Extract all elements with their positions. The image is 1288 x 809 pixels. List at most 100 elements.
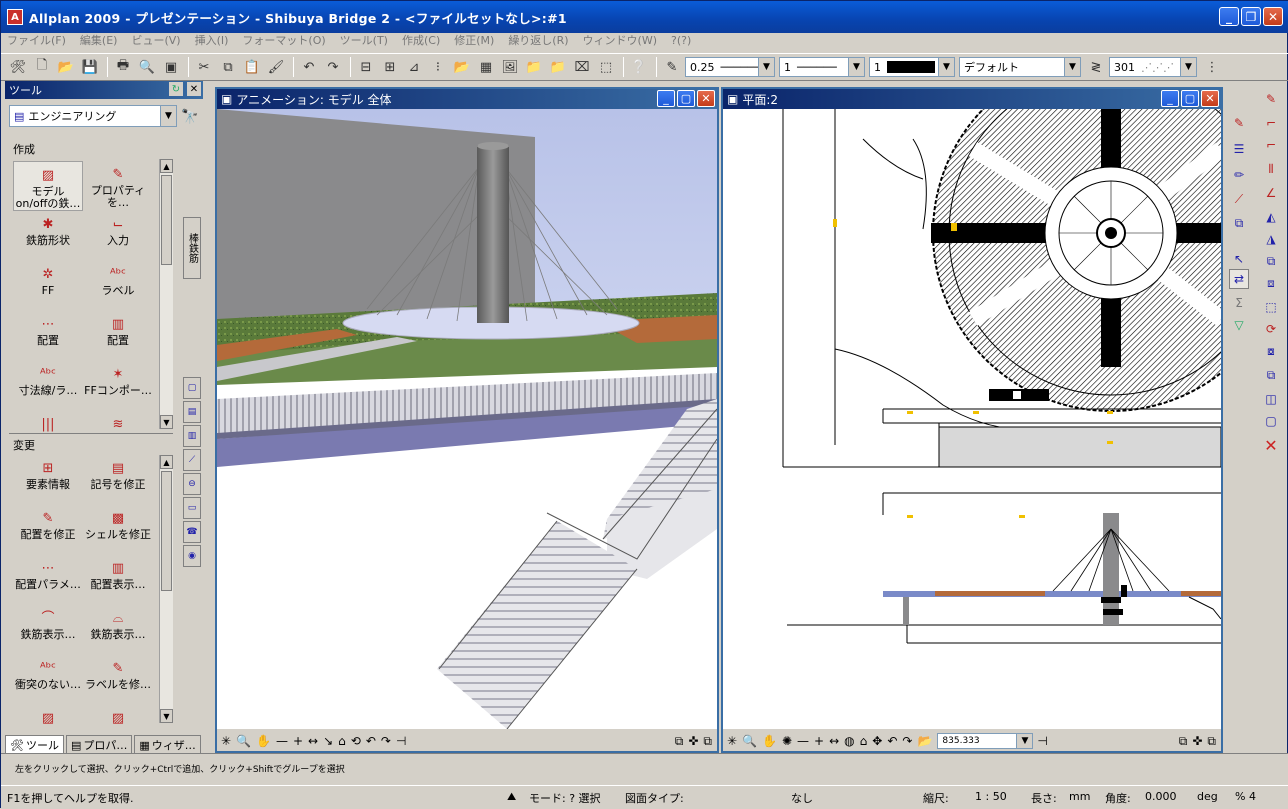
stretch-icon[interactable]: ⧈: [1261, 273, 1281, 293]
pan-hand-icon[interactable]: ✋: [256, 734, 271, 748]
angle-icon[interactable]: ∠: [1261, 183, 1281, 203]
tab-tools[interactable]: 🛠 ツール: [5, 735, 64, 755]
window-layout-icon[interactable]: ⧉: [1179, 734, 1188, 749]
create-scrollbar[interactable]: ▲ ▼: [159, 159, 173, 429]
tool-rebar-display-2[interactable]: ⌓ 鉄筋表示…: [83, 605, 153, 655]
side-tab-7[interactable]: ☎: [183, 521, 201, 543]
module-select[interactable]: ▤ エンジニアリング ▼: [9, 105, 177, 127]
cursor-icon[interactable]: ✳: [727, 734, 737, 748]
rotate-icon[interactable]: ⟳: [1261, 319, 1281, 339]
layer-open-icon[interactable]: 📂: [451, 56, 473, 78]
frame-icon[interactable]: ▢: [1261, 411, 1281, 431]
tool-input[interactable]: ⌙ 入力: [83, 211, 153, 261]
zoom-out-icon[interactable]: —: [276, 734, 288, 748]
arrow-icon[interactable]: ↔: [308, 734, 318, 748]
tool-ff[interactable]: ✲ FF: [13, 261, 83, 311]
line-icon[interactable]: ☰: [1229, 139, 1249, 159]
brush-icon[interactable]: ⌧: [571, 56, 593, 78]
open-folder-icon[interactable]: 📂: [55, 56, 77, 78]
pan-hand-icon[interactable]: ✋: [762, 734, 777, 748]
draw-icon[interactable]: ✎: [1261, 89, 1281, 109]
view-minimize-button[interactable]: _: [657, 90, 675, 107]
menu-view[interactable]: ビュー(V): [131, 32, 180, 48]
render-icon[interactable]: ◍: [844, 734, 854, 748]
crosshair-icon[interactable]: ✜: [688, 734, 698, 748]
color-select[interactable]: 1 ▼: [869, 57, 955, 77]
snap-icon[interactable]: ⁝: [427, 56, 449, 78]
menu-tools[interactable]: ツール(T): [340, 32, 388, 48]
side-tab-3[interactable]: ▥: [183, 425, 201, 447]
tool-rebar-display-1[interactable]: ⌒ 鉄筋表示…: [13, 605, 83, 655]
parallel-icon[interactable]: ⫴: [1261, 159, 1281, 179]
tool-place-2[interactable]: ▥ 配置: [83, 311, 153, 361]
print-icon[interactable]: 🖶: [112, 56, 134, 78]
folder-star-icon[interactable]: 📁: [547, 56, 569, 78]
cursor-icon[interactable]: ✳: [221, 734, 231, 748]
tool-place-1[interactable]: ⋯ 配置: [13, 311, 83, 361]
print-preview-icon[interactable]: 🔍: [136, 56, 158, 78]
refresh-icon[interactable]: ↻: [169, 82, 183, 96]
zoom-in-icon[interactable]: +: [293, 734, 303, 748]
zoom-icon[interactable]: 🔍: [236, 734, 251, 748]
tool-modify-label[interactable]: ✎ ラベルを修…: [83, 655, 153, 705]
chevron-down-icon[interactable]: ▼: [938, 58, 954, 76]
undo-view-icon[interactable]: ↶: [366, 734, 376, 748]
redo-icon[interactable]: ↷: [322, 56, 344, 78]
zoom-in-icon[interactable]: +: [814, 734, 824, 748]
edit-icon[interactable]: ⟋: [1229, 189, 1249, 209]
tool-rebar-shape[interactable]: ✱ 鉄筋形状: [13, 211, 83, 261]
tools-icon[interactable]: 🛠: [7, 56, 29, 78]
view-cube-icon[interactable]: ⌂: [860, 734, 868, 748]
image-icon[interactable]: 🖼: [499, 56, 521, 78]
chevron-down-icon[interactable]: ▼: [1016, 734, 1033, 748]
menu-window[interactable]: ウィンドウ(W): [583, 32, 657, 48]
eyedropper-icon[interactable]: ✎: [661, 56, 683, 78]
window-layout-icon[interactable]: ⧉: [675, 734, 684, 749]
undo-view-icon[interactable]: ↶: [887, 734, 897, 748]
cut-icon[interactable]: ✂: [193, 56, 215, 78]
zoom-select[interactable]: 835.333 ▼: [937, 733, 1034, 749]
chevron-down-icon[interactable]: ▼: [160, 106, 176, 126]
menu-modify[interactable]: 修正(M): [454, 32, 494, 48]
extend-icon[interactable]: ⌐: [1261, 135, 1281, 155]
layer-icon[interactable]: ▦: [475, 56, 497, 78]
close-button[interactable]: ✕: [1263, 7, 1283, 26]
tool-modify-placement[interactable]: ✎ 配置を修正: [13, 505, 83, 555]
new-file-icon[interactable]: 🗋: [31, 56, 53, 78]
hatch-icon[interactable]: ≷: [1085, 56, 1107, 78]
tool-placement-param[interactable]: ⋯ 配置パラメ…: [13, 555, 83, 605]
copy-view-icon[interactable]: ⧉: [703, 734, 712, 749]
mirror-icon[interactable]: ◭: [1261, 207, 1281, 227]
menu-format[interactable]: フォーマット(O): [242, 32, 325, 48]
menu-create[interactable]: 作成(C): [402, 32, 440, 48]
rotate-icon[interactable]: ⟲: [351, 734, 361, 748]
paste-icon[interactable]: 📋: [241, 56, 263, 78]
menu-file[interactable]: ファイル(F): [7, 32, 66, 48]
copy-icon[interactable]: ⧉: [1261, 251, 1281, 271]
tool-dimension-label[interactable]: ᴬᵇᶜ 寸法線/ラ…: [13, 361, 83, 411]
elevation-icon[interactable]: ⊿: [403, 56, 425, 78]
plot-icon[interactable]: ▣: [160, 56, 182, 78]
array-icon[interactable]: ⧉: [1261, 365, 1281, 385]
tool-property-copy[interactable]: ✎ プロパティを…: [83, 161, 153, 211]
chevron-down-icon[interactable]: ▼: [758, 58, 774, 76]
allplan-icon[interactable]: A: [7, 9, 23, 25]
filter-icon[interactable]: ▽: [1229, 315, 1249, 335]
tab-properties[interactable]: ▤ プロパ…: [65, 735, 133, 755]
maximize-button[interactable]: ❐: [1241, 7, 1261, 26]
mirror-copy-icon[interactable]: ◮: [1261, 229, 1281, 249]
redo-view-icon[interactable]: ↷: [902, 734, 912, 748]
dimension-icon[interactable]: ⊟: [355, 56, 377, 78]
redo-view-icon[interactable]: ↷: [381, 734, 391, 748]
hatch-select[interactable]: 301 ⋰⋰⋰ ▼: [1109, 57, 1197, 77]
side-tab-1[interactable]: ▢: [183, 377, 201, 399]
eyedropper-icon[interactable]: ✎: [1229, 113, 1249, 133]
tool-model-onoff[interactable]: ▨ モデル on/offの鉄…: [13, 161, 83, 211]
plan-canvas[interactable]: [723, 109, 1221, 729]
minimize-button[interactable]: _: [1219, 7, 1239, 26]
select-icon[interactable]: ↖: [1229, 249, 1249, 269]
folder-icon[interactable]: 📁: [523, 56, 545, 78]
chevron-down-icon[interactable]: ▼: [1180, 58, 1196, 76]
menu-repeat[interactable]: 繰り返し(R): [508, 32, 568, 48]
view-cube-icon[interactable]: ⌂: [338, 734, 346, 748]
